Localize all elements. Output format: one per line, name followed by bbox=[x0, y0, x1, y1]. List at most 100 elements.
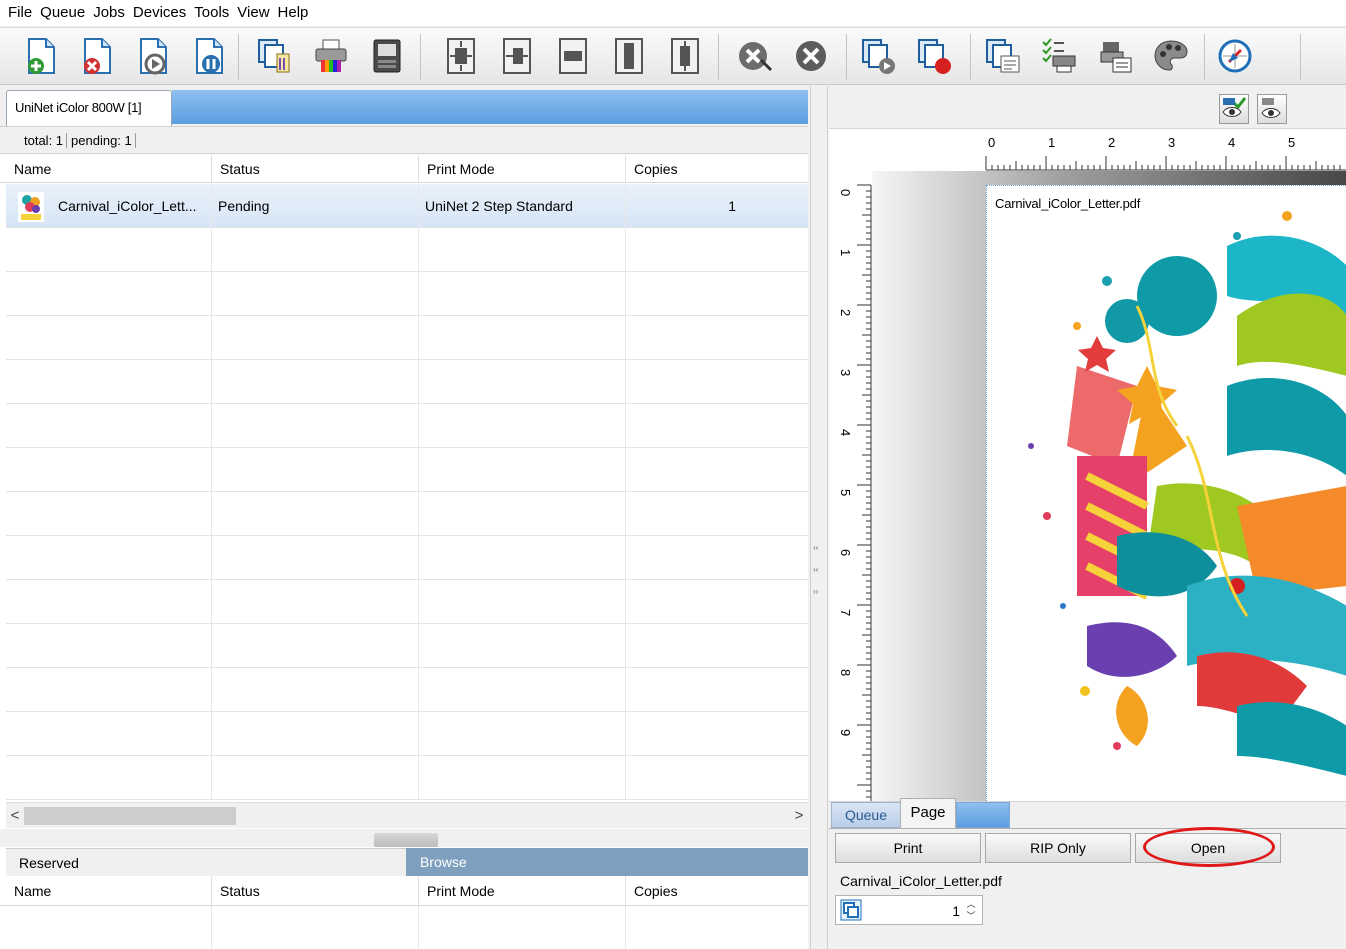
collapse-left-icon[interactable]: ‹‹ bbox=[813, 542, 818, 554]
table-row bbox=[6, 228, 808, 272]
preview-eye-icon[interactable] bbox=[1257, 94, 1287, 124]
tab-strip-fill bbox=[956, 802, 1010, 828]
center-split-icon[interactable]: ›‹ bbox=[813, 564, 818, 576]
delete-job-icon[interactable] bbox=[76, 34, 118, 78]
ruler-label: 6 bbox=[838, 549, 853, 556]
menu-help[interactable]: Help bbox=[274, 0, 313, 26]
horizontal-splitter[interactable] bbox=[0, 829, 808, 847]
table-row bbox=[6, 404, 808, 448]
preview-pane: 0 1 2 3 4 5 0 1 2 3 4 5 6 7 8 9 Carnival_iColor_Letter… bbox=[829, 86, 1346, 949]
total-count: total: 1 bbox=[24, 133, 68, 148]
fit-height-icon[interactable] bbox=[608, 34, 650, 78]
table-row bbox=[6, 492, 808, 536]
preview-eye-check-icon[interactable] bbox=[1219, 94, 1249, 124]
collapse-right-icon[interactable]: ›› bbox=[813, 586, 818, 598]
ruler-label: 9 bbox=[838, 729, 853, 736]
scroll-thumb[interactable] bbox=[24, 807, 236, 825]
job-copies: 1 bbox=[728, 198, 736, 214]
spin-down-icon[interactable]: ﹀ bbox=[963, 910, 979, 922]
reserved-column-status[interactable]: Status bbox=[212, 876, 419, 906]
fit-width-icon[interactable] bbox=[552, 34, 594, 78]
menu-view[interactable]: View bbox=[233, 0, 273, 26]
table-row bbox=[6, 536, 808, 580]
printer-tab-bar: UniNet iColor 800W [1] bbox=[0, 86, 808, 126]
reserved-grid bbox=[6, 906, 808, 949]
resume-queue-icon[interactable] bbox=[858, 34, 900, 78]
ruler-label: 3 bbox=[838, 369, 853, 376]
panel-tabs: Queue Page bbox=[829, 798, 1346, 828]
menu-devices[interactable]: Devices bbox=[129, 0, 190, 26]
pause-job-icon[interactable] bbox=[188, 34, 230, 78]
tab-queue[interactable]: Queue bbox=[831, 802, 901, 828]
reserved-column-name[interactable]: Name bbox=[6, 876, 212, 906]
job-grid: Carnival_iColor_Lett... Pending UniNet 2… bbox=[6, 184, 808, 800]
job-name-cell: Carnival_iColor_Lett... bbox=[6, 184, 212, 228]
printer-tab[interactable]: UniNet iColor 800W [1] bbox=[6, 90, 172, 126]
rip-only-button[interactable]: RIP Only bbox=[985, 833, 1131, 863]
ruler-vertical: 0 1 2 3 4 5 6 7 8 9 bbox=[829, 171, 872, 801]
reserved-grid-header: Name Status Print Mode Copies bbox=[0, 876, 808, 906]
menu-tools[interactable]: Tools bbox=[190, 0, 233, 26]
calibration-icon[interactable] bbox=[1214, 34, 1256, 78]
copies-stepper[interactable]: 1 ︿ ﹀ bbox=[835, 895, 983, 925]
device-settings-icon[interactable] bbox=[1094, 34, 1136, 78]
fit-page-icon[interactable] bbox=[440, 34, 482, 78]
ruler-label: 0 bbox=[988, 135, 995, 150]
splitter-grip[interactable] bbox=[374, 833, 438, 847]
queue-properties-icon[interactable] bbox=[982, 34, 1024, 78]
table-row bbox=[6, 272, 808, 316]
reserved-column-copies[interactable]: Copies bbox=[626, 876, 808, 906]
job-name: Carnival_iColor_Lett... bbox=[58, 198, 197, 214]
ruler-label: 2 bbox=[838, 309, 853, 316]
open-button[interactable]: Open bbox=[1135, 833, 1281, 863]
center-horizontal-icon[interactable] bbox=[496, 34, 538, 78]
column-print-mode[interactable]: Print Mode bbox=[419, 155, 626, 183]
spin-up-icon[interactable]: ︿ bbox=[963, 898, 979, 910]
job-queue-pane: UniNet iColor 800W [1] total: 1 pending: … bbox=[0, 86, 808, 949]
reserved-column-print-mode[interactable]: Print Mode bbox=[419, 876, 626, 906]
copy-job-icon[interactable] bbox=[254, 34, 296, 78]
tab-browse[interactable]: Browse bbox=[406, 848, 808, 876]
queue-counts: total: 1 pending: 1 bbox=[0, 126, 808, 154]
column-copies[interactable]: Copies bbox=[626, 155, 808, 183]
menu-jobs[interactable]: Jobs bbox=[89, 0, 129, 26]
stop-queue-icon[interactable] bbox=[914, 34, 956, 78]
scroll-right-arrow[interactable]: > bbox=[790, 803, 808, 829]
table-row bbox=[6, 668, 808, 712]
job-print-mode: UniNet 2 Step Standard bbox=[419, 184, 626, 228]
preview-canvas: Carnival_iColor_Letter.pdf bbox=[872, 171, 1346, 801]
ruler-horizontal: 0 1 2 3 4 5 bbox=[872, 129, 1346, 171]
column-status[interactable]: Status bbox=[212, 155, 419, 183]
menu-file[interactable]: File bbox=[4, 0, 36, 26]
job-status: Pending bbox=[212, 184, 419, 228]
ruler-label: 1 bbox=[838, 249, 853, 256]
vertical-splitter[interactable]: ‹‹ ›‹ ›› bbox=[810, 86, 828, 949]
ruler-label: 4 bbox=[838, 429, 853, 436]
cancel-job-icon[interactable] bbox=[734, 34, 776, 78]
tab-reserved[interactable]: Reserved bbox=[6, 848, 406, 876]
rip-server-icon[interactable] bbox=[366, 34, 408, 78]
table-row[interactable]: Carnival_iColor_Lett... Pending UniNet 2… bbox=[6, 184, 808, 228]
print-button[interactable]: Print bbox=[835, 833, 981, 863]
bottom-tabs: Reserved Browse bbox=[0, 848, 808, 876]
stop-job-icon[interactable] bbox=[790, 34, 832, 78]
color-palette-icon[interactable] bbox=[1150, 34, 1192, 78]
copies-spinner[interactable]: ︿ ﹀ bbox=[963, 898, 979, 922]
scroll-left-arrow[interactable]: < bbox=[6, 803, 24, 829]
ruler-label: 8 bbox=[838, 669, 853, 676]
pending-count: pending: 1 bbox=[71, 133, 136, 148]
ruler-label: 2 bbox=[1108, 135, 1115, 150]
center-vertical-icon[interactable] bbox=[664, 34, 706, 78]
horizontal-scrollbar[interactable]: < > bbox=[6, 802, 808, 828]
add-job-icon[interactable] bbox=[20, 34, 62, 78]
column-name[interactable]: Name bbox=[6, 155, 212, 183]
menu-queue[interactable]: Queue bbox=[36, 0, 89, 26]
selected-filename: Carnival_iColor_Letter.pdf bbox=[840, 873, 1002, 889]
printer-icon[interactable] bbox=[310, 34, 352, 78]
ruler-label: 7 bbox=[838, 609, 853, 616]
start-job-icon[interactable] bbox=[132, 34, 174, 78]
tab-page[interactable]: Page bbox=[900, 798, 956, 828]
printer-setup-icon[interactable] bbox=[1038, 34, 1080, 78]
copies-value[interactable]: 1 bbox=[952, 896, 960, 926]
ruler-label: 5 bbox=[838, 489, 853, 496]
